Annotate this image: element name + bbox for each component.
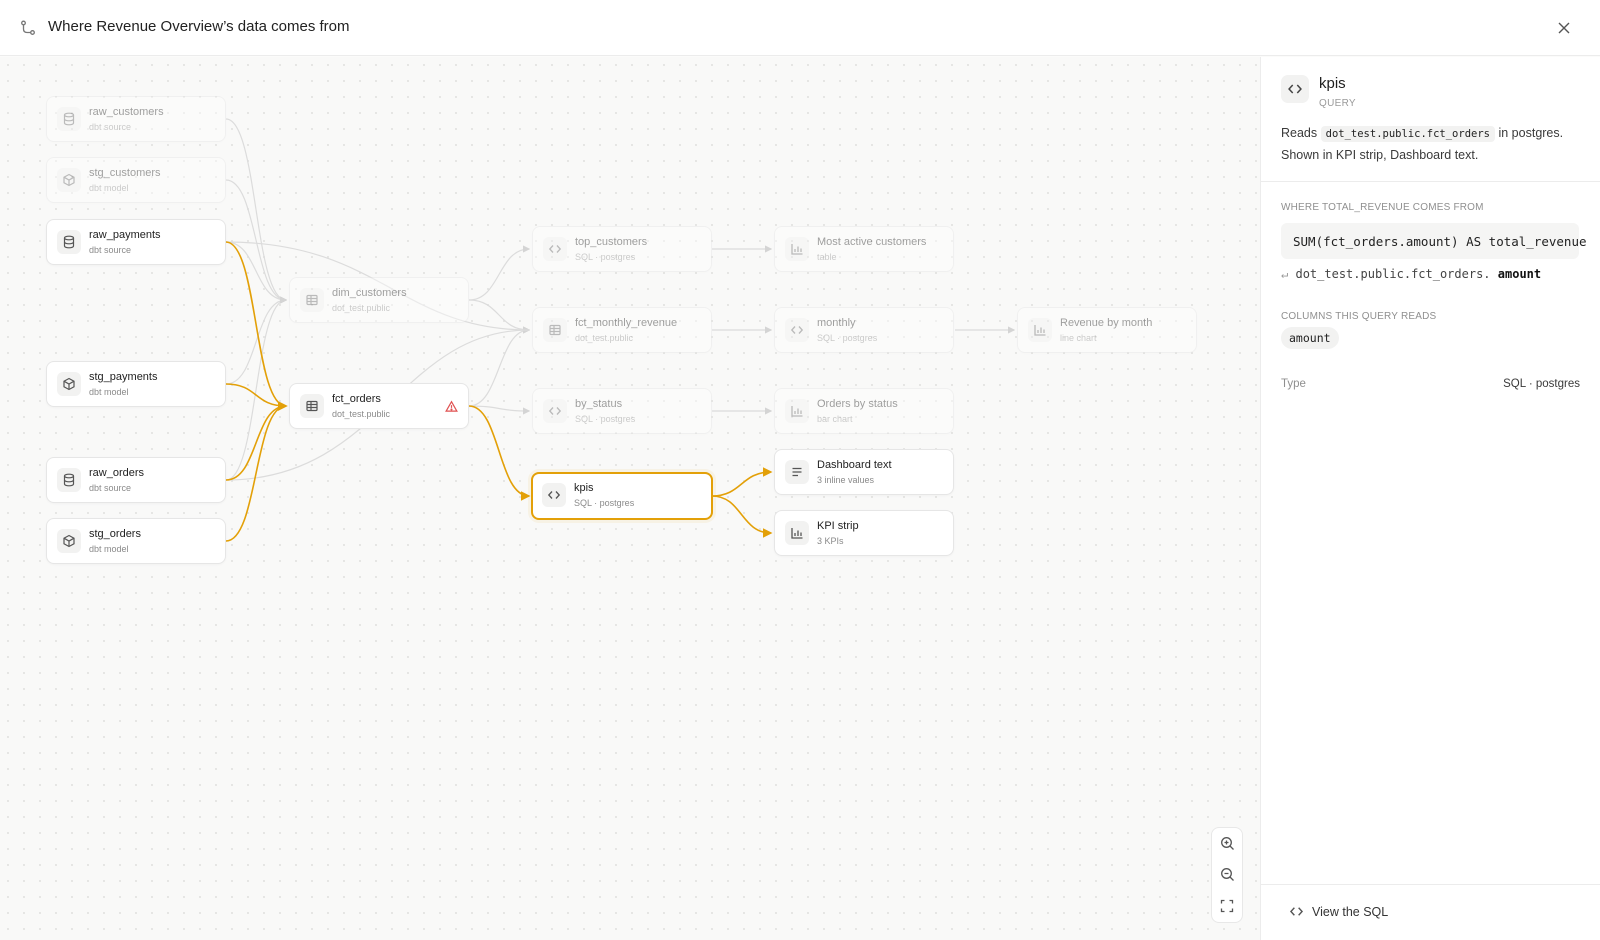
- edge-dim-top: [468, 245, 531, 301]
- zoom-in-icon: [1220, 837, 1234, 850]
- edge-kpis-kpistrip: [711, 495, 773, 538]
- edge-dim-monthly: [468, 299, 531, 334]
- node-top-customers[interactable]: top_customers SQL · postgres: [532, 226, 712, 272]
- edge-raw-payments-dim: [225, 241, 288, 304]
- panel-description: Reads dot_test.public.fct_orders in post…: [1281, 126, 1564, 162]
- node-raw-payments[interactable]: raw_payments dbt source: [46, 219, 226, 265]
- edge-raw-orders-fct: [225, 401, 288, 481]
- node-stg-orders[interactable]: stg_orders dbt model: [46, 518, 226, 564]
- database-icon: [57, 468, 81, 492]
- cube-icon: [57, 529, 81, 553]
- edge-fct-monthly: [468, 326, 531, 407]
- database-icon: [57, 107, 81, 131]
- node-raw-customers[interactable]: raw_customers dbt source: [46, 96, 226, 142]
- edge-kpis-dashboard: [711, 467, 773, 497]
- node-revenue-by-month[interactable]: Revenue by month line chart: [1017, 307, 1197, 353]
- cube-icon: [57, 372, 81, 396]
- bar-chart-icon: [1028, 318, 1052, 342]
- type-value: SQL · postgres: [1503, 378, 1580, 390]
- edge-stg-customers-dim: [225, 179, 288, 304]
- column-chip[interactable]: amount: [1281, 327, 1339, 349]
- edge-fct-kpis: [468, 405, 531, 501]
- fit-view-button[interactable]: [1212, 890, 1242, 921]
- node-kpi-strip[interactable]: KPI strip 3 KPIs: [774, 510, 954, 556]
- return-arrow-icon: ↵: [1281, 267, 1289, 281]
- zoom-out-button[interactable]: [1212, 859, 1242, 890]
- database-icon: [57, 230, 81, 254]
- code-icon: [1289, 907, 1304, 916]
- column-source: ↵ dot_test.public.fct_orders. amount: [1281, 267, 1542, 281]
- section-origin-label: WHERE TOTAL_REVENUE COMES FROM: [1281, 202, 1484, 213]
- node-stg-customers[interactable]: stg_customers dbt model: [46, 157, 226, 203]
- fit-view-icon: [1220, 899, 1234, 912]
- text-lines-icon: [785, 460, 809, 484]
- section-columns-label: COLUMNS THIS QUERY READS: [1281, 311, 1437, 322]
- close-button[interactable]: [1552, 16, 1576, 40]
- edge-stg-payments-dim: [225, 296, 288, 385]
- code-icon: [543, 237, 567, 261]
- panel-divider: [1261, 181, 1600, 182]
- table-icon: [300, 288, 324, 312]
- table-icon: [300, 394, 324, 418]
- zoom-in-button[interactable]: [1212, 828, 1242, 859]
- zoom-out-icon: [1220, 868, 1234, 881]
- lineage-icon: [21, 20, 35, 35]
- lineage-canvas[interactable]: raw_customers dbt source stg_customers d…: [0, 57, 1260, 940]
- panel-node-name: kpis: [1319, 75, 1346, 92]
- type-label: Type: [1281, 378, 1306, 390]
- panel-node-type: QUERY: [1319, 98, 1356, 109]
- node-by-status[interactable]: by_status SQL · postgres: [532, 388, 712, 434]
- node-most-active-customers[interactable]: Most active customers table: [774, 226, 954, 272]
- close-icon: [1558, 22, 1570, 34]
- details-panel: kpis QUERY Reads dot_test.public.fct_ord…: [1260, 57, 1600, 940]
- bar-chart-icon: [785, 237, 809, 261]
- node-dim-customers[interactable]: dim_customers dot_test.public: [289, 277, 469, 323]
- panel-footer-divider: [1261, 884, 1600, 885]
- dialog-title: Where Revenue Overview’s data comes from: [48, 18, 350, 35]
- table-icon: [543, 318, 567, 342]
- bar-chart-icon: [785, 521, 809, 545]
- node-stg-payments[interactable]: stg_payments dbt model: [46, 361, 226, 407]
- node-fct-orders[interactable]: fct_orders dot_test.public: [289, 383, 469, 429]
- node-fct-monthly-revenue[interactable]: fct_monthly_revenue dot_test.public: [532, 307, 712, 353]
- sql-expression: SUM(fct_orders.amount) AS total_revenue: [1281, 223, 1587, 259]
- dialog-header: Where Revenue Overview’s data comes from: [0, 0, 1600, 56]
- cube-icon: [57, 168, 81, 192]
- code-icon: [542, 483, 566, 507]
- node-monthly[interactable]: monthly SQL · postgres: [774, 307, 954, 353]
- node-orders-by-status[interactable]: Orders by status bar chart: [774, 388, 954, 434]
- bar-chart-icon: [785, 399, 809, 423]
- edge-raw-customers-dim: [225, 118, 288, 304]
- code-icon: [543, 399, 567, 423]
- code-icon: [1281, 75, 1309, 103]
- node-kpis-selected[interactable]: kpis SQL · postgres: [531, 472, 713, 520]
- view-sql-button[interactable]: View the SQL: [1289, 904, 1388, 919]
- code-icon: [785, 318, 809, 342]
- zoom-controls: [1211, 827, 1243, 923]
- warning-icon[interactable]: [445, 400, 458, 413]
- node-raw-orders[interactable]: raw_orders dbt source: [46, 457, 226, 503]
- node-dashboard-text[interactable]: Dashboard text 3 inline values: [774, 449, 954, 495]
- table-chip: dot_test.public.fct_orders: [1320, 126, 1495, 142]
